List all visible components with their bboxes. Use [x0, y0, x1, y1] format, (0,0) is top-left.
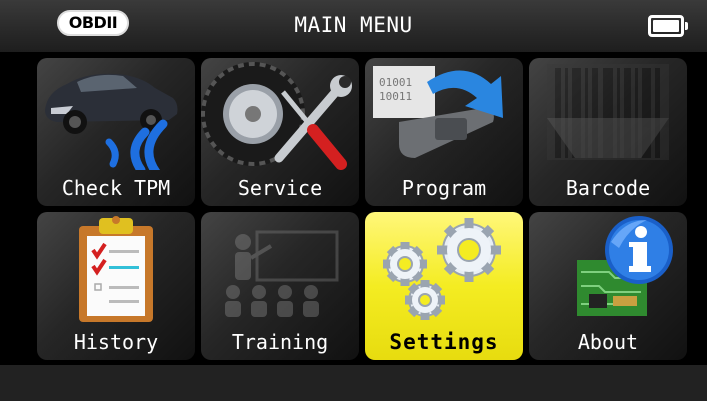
clipboard-icon	[79, 216, 153, 322]
sensor-program-icon: 01001 10011	[373, 66, 503, 158]
obdii-badge: OBDII	[57, 10, 129, 36]
menu-tile-about[interactable]: About	[529, 212, 687, 360]
menu-tile-label: Program	[401, 176, 487, 200]
title-bar: MAIN MENU OBDII	[0, 0, 707, 52]
classroom-icon	[225, 230, 339, 317]
menu-tile-training[interactable]: Training	[201, 212, 359, 360]
info-board-icon	[577, 216, 673, 316]
menu-tile-check-tpm[interactable]: Check TPM	[37, 58, 195, 206]
menu-tile-label: Barcode	[565, 176, 651, 200]
menu-tile-barcode[interactable]: Barcode	[529, 58, 687, 206]
svg-text:01001: 01001	[379, 76, 412, 89]
menu-tile-label: Service	[237, 176, 323, 200]
car-sensor-icon	[45, 73, 178, 170]
menu-tile-history[interactable]: History	[37, 212, 195, 360]
menu-tile-label: Training	[231, 330, 329, 354]
barcode-icon	[547, 64, 669, 160]
menu-tile-service[interactable]: Service	[201, 58, 359, 206]
menu-tile-label: Settings	[389, 330, 499, 354]
menu-tile-label: Check TPM	[61, 176, 171, 200]
svg-text:10011: 10011	[379, 90, 412, 103]
menu-tile-program[interactable]: 01001 10011 Program	[365, 58, 523, 206]
menu-tile-label: About	[577, 330, 639, 354]
gears-icon	[383, 218, 501, 320]
tpms-tool-screen: MAIN MENU OBDII Check TPM Service 01001 …	[0, 0, 707, 401]
menu-tile-settings[interactable]: Settings	[365, 212, 523, 360]
tire-tools-icon	[201, 62, 352, 170]
battery-full-icon	[648, 15, 688, 37]
bottom-bar	[0, 365, 707, 401]
menu-tile-label: History	[73, 330, 159, 354]
